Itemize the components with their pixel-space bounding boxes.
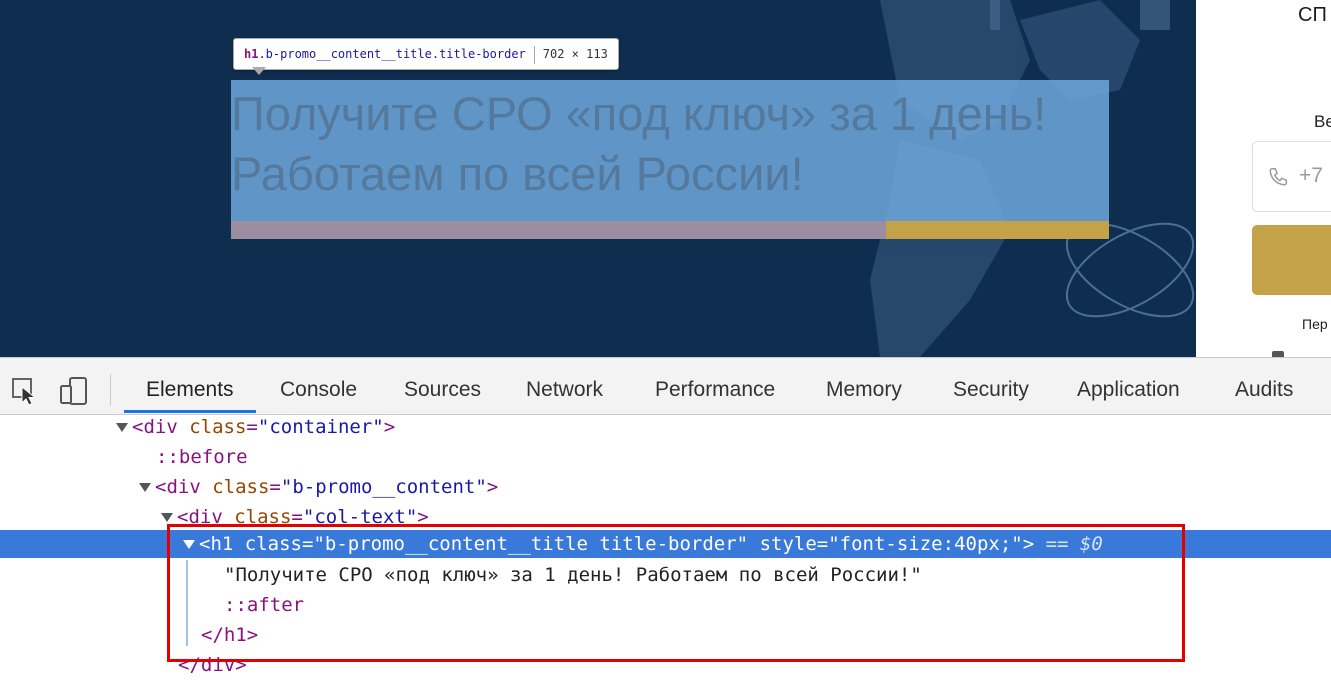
toolbar-divider — [110, 374, 111, 406]
submit-button[interactable] — [1252, 225, 1331, 295]
tooltip-tag: h1 — [244, 47, 259, 61]
dom-node-col-text[interactable]: <div class="col-text"> — [161, 502, 429, 532]
tab-sources[interactable]: Sources — [404, 378, 481, 402]
tooltip-dims: 702 × 113 — [542, 47, 608, 61]
dom-node-promo-content[interactable]: <div class="b-promo__content"> — [139, 472, 498, 502]
collapse-triangle-icon[interactable] — [183, 540, 195, 549]
tab-network[interactable]: Network — [526, 378, 603, 402]
dom-text-node[interactable]: "Получите СРО «под ключ» за 1 день! Рабо… — [224, 560, 922, 590]
dom-node-container[interactable]: <div class="container"> — [116, 412, 395, 442]
phone-icon — [1269, 168, 1287, 186]
privacy-note: Пер — [1302, 316, 1328, 332]
dom-node-after[interactable]: ::after — [224, 590, 304, 620]
inspect-element-icon[interactable] — [10, 376, 40, 406]
dom-tree: <div class="container"> ::before <div cl… — [0, 412, 1331, 676]
selected-dom-node-h1[interactable]: … <h1 class="b-promo__content__title tit… — [0, 530, 1331, 671]
dom-node-div-close[interactable]: </div> — [178, 650, 247, 680]
tab-console[interactable]: Console — [280, 378, 357, 402]
console-ref-badge: == $0 — [1045, 533, 1103, 555]
header-right-panel: СП Ве +7 Пер — [1196, 0, 1331, 357]
dom-node-h1-close[interactable]: </h1> — [201, 620, 258, 650]
tab-security[interactable]: Security — [953, 378, 1029, 402]
indent-guide — [186, 560, 188, 646]
header-abbr: СП — [1298, 4, 1327, 26]
tab-memory[interactable]: Memory — [826, 378, 902, 402]
tooltip-divider — [533, 45, 535, 64]
tab-performance[interactable]: Performance — [655, 378, 775, 402]
tab-audits[interactable]: Audits — [1235, 378, 1293, 402]
expand-triangle-icon[interactable] — [116, 423, 128, 432]
promo-title: Получите СРО «под ключ» за 1 день! Работ… — [231, 87, 1047, 200]
tooltip-classes: .b-promo__content__title.title-border — [258, 47, 526, 61]
tooltip-arrow — [252, 67, 266, 75]
callback-label: Ве — [1314, 112, 1331, 131]
inspect-tooltip: h1.b-promo__content__title.title-border 7… — [233, 38, 619, 70]
phone-input[interactable]: +7 — [1252, 141, 1331, 212]
expand-triangle-icon[interactable] — [161, 513, 173, 522]
devtools-toolbar: Elements Console Sources Network Perform… — [0, 358, 1331, 415]
tab-elements[interactable]: Elements — [146, 378, 234, 402]
dom-node-before[interactable]: ::before — [156, 442, 248, 472]
devtools-panel: Elements Console Sources Network Perform… — [0, 357, 1331, 676]
tab-application[interactable]: Application — [1077, 378, 1180, 402]
title-border-accent — [886, 221, 1109, 239]
page-viewport: СП Ве +7 Пер Получите СРО «под ключ» за … — [0, 0, 1331, 357]
device-toolbar-icon[interactable] — [58, 376, 92, 406]
node-actions-icon[interactable]: … — [0, 646, 11, 674]
phone-placeholder: +7 — [1299, 164, 1323, 187]
title-border-padding — [231, 221, 1109, 239]
expand-triangle-icon[interactable] — [139, 483, 151, 492]
